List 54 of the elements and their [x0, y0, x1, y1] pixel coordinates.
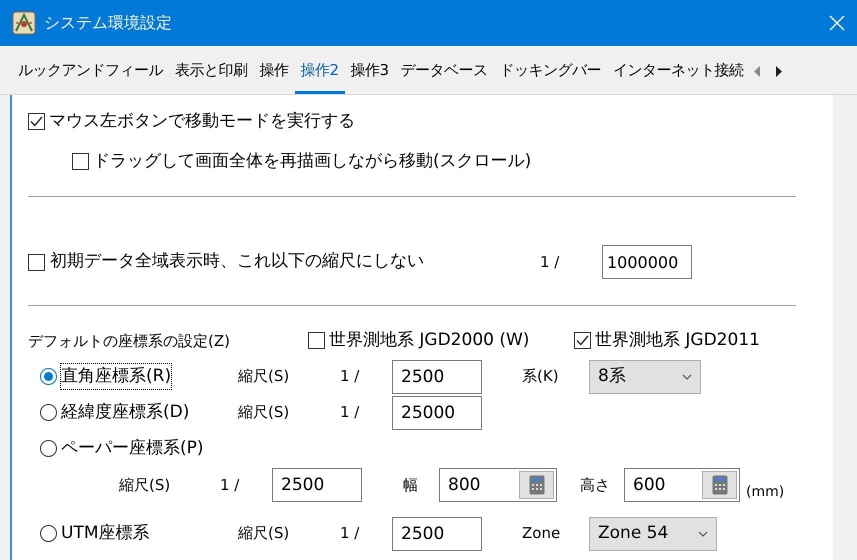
text-field[interactable]: 2500: [392, 360, 482, 394]
field-label: 幅: [403, 474, 419, 496]
radio-label[interactable]: ペーパー座標系(P): [61, 436, 204, 462]
text-field[interactable]: 1000000: [602, 245, 692, 279]
tab[interactable]: データベース: [394, 46, 494, 94]
radio-label[interactable]: UTM座標系: [61, 520, 150, 546]
tab[interactable]: インターネット接続: [607, 46, 750, 94]
ratio-label: 1 /: [220, 474, 240, 496]
field-label: 高さ: [580, 474, 611, 496]
field-label: 系(K): [522, 366, 560, 388]
scale-label: 縮尺(S): [238, 402, 290, 424]
checkbox[interactable]: [574, 332, 591, 350]
scale-label: 縮尺(S): [238, 366, 290, 388]
scroll-left-icon[interactable]: [754, 66, 760, 76]
tab[interactable]: ドッキングバー: [494, 46, 608, 94]
checkbox[interactable]: [72, 152, 89, 170]
scale-label: 縮尺(S): [119, 474, 172, 496]
close-icon[interactable]: [829, 15, 845, 31]
ratio-label: 1 /: [340, 366, 360, 388]
tab[interactable]: 表示と印刷: [169, 46, 254, 94]
ratio-label: 1 /: [340, 402, 360, 424]
checkbox[interactable]: [28, 254, 45, 270]
window-title: システム環境設定: [44, 12, 172, 34]
checkbox-label: 世界測地系 JGD2000 (W): [329, 329, 530, 352]
radio-label[interactable]: 経緯度座標系(D): [61, 400, 190, 426]
radio-button[interactable]: [40, 440, 57, 457]
ratio-label: 1 /: [540, 252, 560, 273]
checkbox-label: マウス左ボタンで移動モードを実行する: [49, 110, 355, 133]
app-icon: [12, 11, 36, 35]
unit-label: (mm): [746, 482, 784, 502]
tab[interactable]: 操作3: [344, 46, 395, 94]
field-label: Zone: [522, 523, 562, 544]
dropdown[interactable]: Zone 54: [589, 516, 717, 550]
section-label: デフォルトの座標系の設定(Z): [28, 330, 231, 352]
scale-label: 縮尺(S): [238, 523, 290, 544]
checkbox-label: 世界測地系 JGD2011: [595, 329, 760, 352]
text-field[interactable]: 2500: [272, 468, 362, 502]
radio-label[interactable]: 直角座標系(R): [61, 364, 172, 390]
dropdown[interactable]: 8系: [589, 360, 701, 394]
radio-button[interactable]: [40, 525, 57, 542]
checkbox-label: 初期データ全域表示時、これ以下の縮尺にしない: [50, 250, 425, 274]
text-field[interactable]: 2500: [392, 516, 482, 550]
radio-button[interactable]: [40, 404, 57, 421]
checkbox[interactable]: [28, 113, 45, 130]
scroll-right-icon[interactable]: [776, 66, 782, 76]
checkbox[interactable]: [308, 332, 325, 350]
chevron-down-icon: [682, 374, 692, 380]
ratio-label: 1 /: [340, 523, 360, 544]
tab[interactable]: 操作: [254, 46, 294, 94]
chevron-down-icon: [698, 530, 708, 536]
radio-button[interactable]: [40, 368, 57, 385]
checkbox-label: ドラッグして画面全体を再描画しながら移動(スクロール): [93, 150, 532, 172]
text-field[interactable]: 25000: [392, 396, 482, 430]
tab[interactable]: ルックアンドフィール: [12, 46, 169, 94]
